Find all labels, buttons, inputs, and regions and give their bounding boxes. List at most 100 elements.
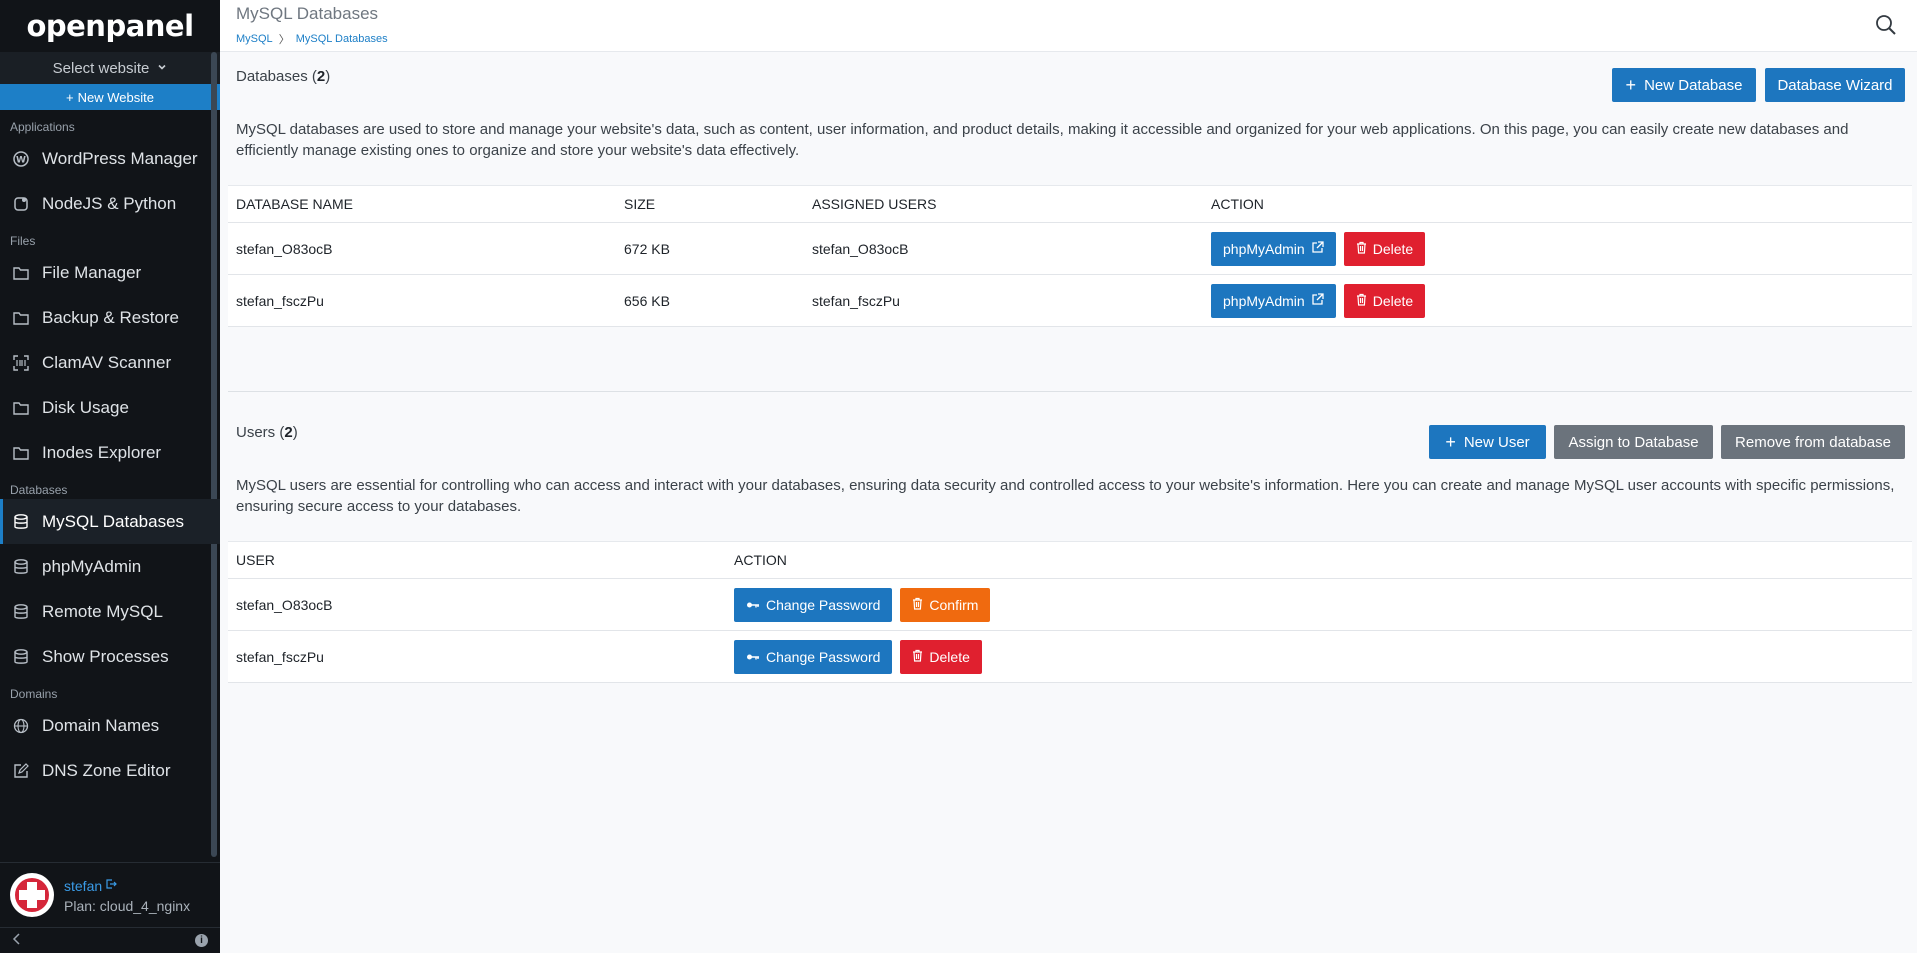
avatar[interactable]	[10, 873, 54, 917]
sidebar-footer: i	[0, 927, 220, 953]
remove-from-database-label: Remove from database	[1735, 433, 1891, 451]
plan-label: Plan: cloud_4_nginx	[64, 897, 191, 914]
external-link-icon	[1311, 240, 1324, 257]
logo[interactable]: openpanel	[0, 0, 220, 52]
sidebar-item-inodes-explorer[interactable]: Inodes Explorer	[0, 430, 220, 475]
breadcrumb-item-mysql[interactable]: MySQL	[236, 33, 273, 45]
table-header-row: USER ACTION	[228, 542, 1912, 579]
database-icon	[12, 513, 30, 531]
table-row: stefan_O83ocB Change Password Confirm	[228, 579, 1912, 631]
folder-icon	[12, 399, 30, 417]
confirm-label: Confirm	[929, 596, 979, 613]
column-header: ACTION	[734, 552, 787, 568]
remove-from-database-button[interactable]: Remove from database	[1721, 425, 1905, 459]
external-link-icon	[1311, 292, 1324, 309]
section-divider	[228, 391, 1912, 392]
assign-to-database-label: Assign to Database	[1568, 433, 1699, 451]
sidebar-item-disk-usage[interactable]: Disk Usage	[0, 385, 220, 430]
sidebar-item-label: WordPress Manager	[42, 148, 198, 168]
database-wizard-button[interactable]: Database Wizard	[1765, 68, 1905, 102]
trash-icon	[1356, 241, 1367, 257]
sidebar-item-label: ClamAV Scanner	[42, 352, 172, 372]
delete-database-button[interactable]: Delete	[1343, 231, 1426, 266]
sidebar-item-label: MySQL Databases	[42, 511, 185, 531]
folder-icon	[12, 444, 30, 462]
breadcrumb: MySQL 〉 MySQL Databases	[236, 31, 388, 47]
databases-heading-close: )	[325, 68, 331, 85]
sidebar-item-label: DNS Zone Editor	[42, 760, 171, 780]
change-password-button[interactable]: Change Password	[734, 587, 893, 622]
change-password-label: Change Password	[766, 596, 881, 613]
globe-icon	[12, 717, 30, 735]
sidebar-item-domain-names[interactable]: Domain Names	[0, 703, 220, 748]
new-website-button[interactable]: + New Website	[0, 84, 220, 110]
sidebar-item-wordpress-manager[interactable]: W WordPress Manager	[0, 136, 220, 181]
sidebar-item-label: Inodes Explorer	[42, 442, 162, 462]
sidebar-item-label: phpMyAdmin	[42, 556, 142, 576]
search-icon[interactable]	[1875, 14, 1899, 38]
trash-icon	[912, 597, 923, 613]
new-database-button[interactable]: + New Database	[1612, 68, 1756, 102]
sidebar-item-label: Disk Usage	[42, 397, 129, 417]
wordpress-icon: W	[12, 150, 30, 168]
users-table: USER ACTION stefan_O83ocB Change Passwor…	[228, 541, 1912, 683]
delete-user-button[interactable]: Delete	[900, 639, 982, 674]
row-actions: Change Password Delete	[726, 639, 982, 674]
users-description: MySQL users are essential for controllin…	[236, 477, 1895, 515]
user-name: stefan_O83ocB	[236, 596, 333, 613]
sidebar: openpanel Select website + New Website A…	[0, 0, 220, 953]
assigned-users: stefan_fsczPu	[812, 292, 900, 309]
sidebar-item-label: Show Processes	[42, 646, 169, 666]
sidebar-item-backup-restore[interactable]: Backup & Restore	[0, 295, 220, 340]
sidebar-item-remote-mysql[interactable]: Remote MySQL	[0, 589, 220, 634]
page-title: MySQL Databases	[236, 4, 379, 23]
sidebar-item-nodejs-python[interactable]: NodeJS & Python	[0, 181, 220, 226]
phpmyadmin-button[interactable]: phpMyAdmin	[1211, 283, 1336, 318]
users-count: 2	[284, 424, 293, 441]
sidebar-item-phpmyadmin[interactable]: phpMyAdmin	[0, 544, 220, 589]
assigned-users: stefan_O83ocB	[812, 240, 909, 257]
confirm-delete-user-button[interactable]: Confirm	[900, 587, 991, 622]
select-website-label: Select website	[52, 59, 150, 77]
new-website-label: New Website	[77, 89, 154, 105]
breadcrumb-item-mysql-databases[interactable]: MySQL Databases	[296, 33, 388, 45]
change-password-label: Change Password	[766, 648, 881, 665]
folder-icon	[12, 309, 30, 327]
users-heading: Users (2)	[236, 424, 298, 441]
table-header-row: DATABASE NAME SIZE ASSIGNED USERS ACTION	[228, 186, 1912, 223]
database-icon	[12, 603, 30, 621]
delete-database-button[interactable]: Delete	[1343, 283, 1426, 318]
trash-icon	[1356, 293, 1367, 309]
delete-label: Delete	[1372, 292, 1414, 309]
nodejs-icon	[12, 195, 30, 213]
select-website-dropdown[interactable]: Select website	[0, 52, 220, 84]
sidebar-item-clamav-scanner[interactable]: ClamAV Scanner	[0, 340, 220, 385]
delete-label: Delete	[1372, 240, 1414, 257]
sidebar-item-dns-zone-editor[interactable]: DNS Zone Editor	[0, 748, 220, 793]
info-icon[interactable]: i	[195, 934, 208, 947]
assign-to-database-button[interactable]: Assign to Database	[1554, 425, 1713, 459]
username-link[interactable]: stefan	[64, 878, 102, 894]
phpmyadmin-label: phpMyAdmin	[1223, 240, 1305, 257]
database-icon	[12, 558, 30, 576]
scanner-icon	[12, 354, 30, 372]
logout-icon[interactable]	[105, 877, 117, 895]
table-row: stefan_O83ocB 672 KB stefan_O83ocB phpMy…	[228, 223, 1912, 275]
column-header: DATABASE NAME	[236, 196, 353, 212]
sidebar-item-show-processes[interactable]: Show Processes	[0, 634, 220, 679]
phpmyadmin-button[interactable]: phpMyAdmin	[1211, 231, 1336, 266]
plus-icon: +	[66, 89, 74, 105]
column-header: ACTION	[1211, 196, 1264, 212]
section-label-domains: Domains	[10, 687, 58, 701]
sidebar-item-label: File Manager	[42, 262, 142, 282]
new-database-label: New Database	[1644, 76, 1743, 94]
sidebar-item-label: NodeJS & Python	[42, 193, 177, 213]
key-icon	[746, 597, 760, 613]
change-password-button[interactable]: Change Password	[734, 639, 893, 674]
database-size: 656 KB	[624, 292, 670, 309]
sidebar-item-mysql-databases[interactable]: MySQL Databases	[0, 499, 220, 544]
user-block: stefan Plan: cloud_4_nginx	[0, 862, 220, 927]
collapse-sidebar-icon[interactable]	[12, 933, 22, 948]
sidebar-item-file-manager[interactable]: File Manager	[0, 250, 220, 295]
new-user-button[interactable]: + New User	[1429, 425, 1546, 459]
